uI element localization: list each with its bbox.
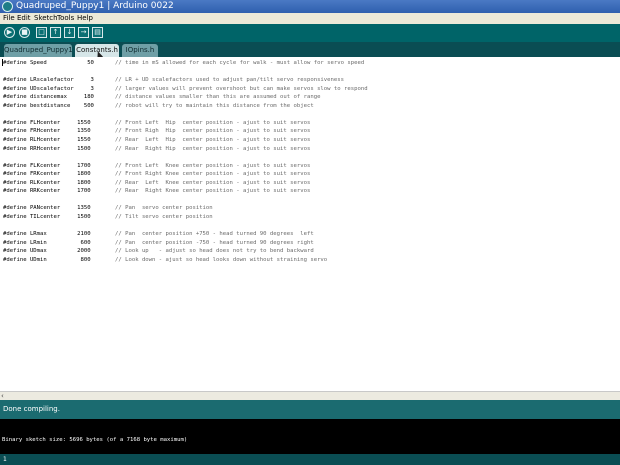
code-text: #define Speed 50 bbox=[3, 60, 94, 66]
code-comment: // Tilt servo center position bbox=[115, 213, 213, 220]
toolbar: ▶ ■ □ ↑ ↓ → ▤ bbox=[0, 24, 620, 42]
code-comment: // distance values smaller than this are… bbox=[115, 94, 321, 101]
code-comment: // Rear Left Knee center position - ajus… bbox=[115, 179, 311, 186]
line-number-bar: 1 bbox=[0, 454, 620, 465]
save-icon[interactable]: ↓ bbox=[64, 27, 75, 38]
code-text: #define FLKcenter 1700 bbox=[3, 162, 91, 169]
menu-tools[interactable]: Tools bbox=[57, 13, 74, 24]
horizontal-scrollbar[interactable]: ‹ bbox=[0, 391, 620, 400]
code-comment: // Front Left Knee center position - aju… bbox=[115, 162, 311, 169]
tab-bar: Quadruped_Puppy1 Constants.h IOpins.h bbox=[0, 42, 620, 57]
title-bar: Quadruped_Puppy1 | Arduino 0022 bbox=[0, 0, 620, 13]
menu-sketch[interactable]: Sketch bbox=[34, 13, 58, 24]
code-comment: // Rear Right Knee center position - aju… bbox=[115, 188, 311, 195]
tab-iopins[interactable]: IOpins.h bbox=[122, 44, 158, 57]
code-text: #define TILcenter 1500 bbox=[3, 213, 91, 220]
code-text: #define UDmax 2000 bbox=[3, 248, 91, 255]
code-comment: // robot will try to maintain this dista… bbox=[115, 102, 314, 109]
code-text: #define RRHcenter 1500 bbox=[3, 145, 91, 152]
line-number: 1 bbox=[3, 456, 7, 463]
menu-bar: File Edit Sketch Tools Help bbox=[0, 13, 620, 24]
code-comment: // Look down - ajust so head looks down … bbox=[115, 256, 328, 263]
code-text: #define UDscalefactor 3 bbox=[3, 85, 94, 92]
tab-quadruped-puppy1[interactable]: Quadruped_Puppy1 bbox=[4, 44, 73, 57]
code-comment: // Front Right Knee center position - aj… bbox=[115, 171, 311, 178]
code-text: #define PANcenter 1350 bbox=[3, 205, 91, 212]
code-editor[interactable]: #define Speed 50 // time in mS allowed fo… bbox=[0, 57, 620, 391]
code-text: #define FRHcenter 1350 bbox=[3, 128, 91, 135]
open-icon[interactable]: ↑ bbox=[50, 27, 61, 38]
code-text: #define UDmin 800 bbox=[3, 256, 91, 263]
status-message: Done compiling. bbox=[3, 405, 60, 413]
code-text: #define RRKcenter 1700 bbox=[3, 188, 91, 195]
menu-help[interactable]: Help bbox=[77, 13, 93, 24]
code-text: #define bestdistance 500 bbox=[3, 102, 94, 109]
code-text: #define LRmax 2100 bbox=[3, 231, 91, 237]
code-comment: // Front Left Hip center position - ajus… bbox=[115, 119, 311, 126]
console-text: Binary sketch size: 5696 bytes (of a 716… bbox=[2, 437, 188, 443]
menu-edit[interactable]: Edit bbox=[17, 13, 31, 24]
code-text: #define FLHcenter 1550 bbox=[3, 119, 91, 126]
code-comment: // Rear Right Hip center position - ajus… bbox=[115, 145, 311, 152]
new-icon[interactable]: □ bbox=[36, 27, 47, 38]
code-text: #define FRKcenter 1800 bbox=[3, 171, 91, 178]
code-comment: // time in mS allowed for each cycle for… bbox=[115, 60, 365, 66]
menu-file[interactable]: File bbox=[3, 13, 15, 24]
code-text: #define RLHcenter 1550 bbox=[3, 136, 91, 143]
scroll-left-icon[interactable]: ‹ bbox=[1, 392, 4, 400]
code-comment: // Pan center position +750 - head turne… bbox=[115, 231, 314, 237]
console-output[interactable]: Binary sketch size: 5696 bytes (of a 716… bbox=[0, 419, 620, 454]
code-comment: // Front Righ Hip center position - ajus… bbox=[115, 128, 311, 135]
code-text: #define LRscalefactor 3 bbox=[3, 77, 94, 84]
code-text: #define RLKcenter 1800 bbox=[3, 179, 91, 186]
code-comment: // larger values will prevent overshoot … bbox=[115, 85, 368, 92]
code-text: #define distancemax 180 bbox=[3, 94, 94, 101]
code-comment: // Rear Left Hip center position - ajust… bbox=[115, 136, 311, 143]
code-comment: // Pan center position -750 - head turne… bbox=[115, 239, 314, 246]
serial-monitor-icon[interactable]: ▤ bbox=[92, 27, 103, 38]
code-comment: // LR + UD scalefactors used to adjust p… bbox=[115, 77, 345, 84]
stop-icon[interactable]: ■ bbox=[19, 27, 30, 38]
code-comment: // Pan servo center position bbox=[115, 205, 213, 212]
code-comment: // Look up - adjust so head does not try… bbox=[115, 248, 314, 255]
upload-icon[interactable]: → bbox=[78, 27, 89, 38]
code-text: #define LRmin 600 bbox=[3, 239, 91, 246]
window-title: Quadruped_Puppy1 | Arduino 0022 bbox=[16, 1, 174, 11]
verify-icon[interactable]: ▶ bbox=[4, 27, 15, 38]
arduino-logo-icon bbox=[2, 1, 13, 12]
status-bar: Done compiling. bbox=[0, 400, 620, 419]
